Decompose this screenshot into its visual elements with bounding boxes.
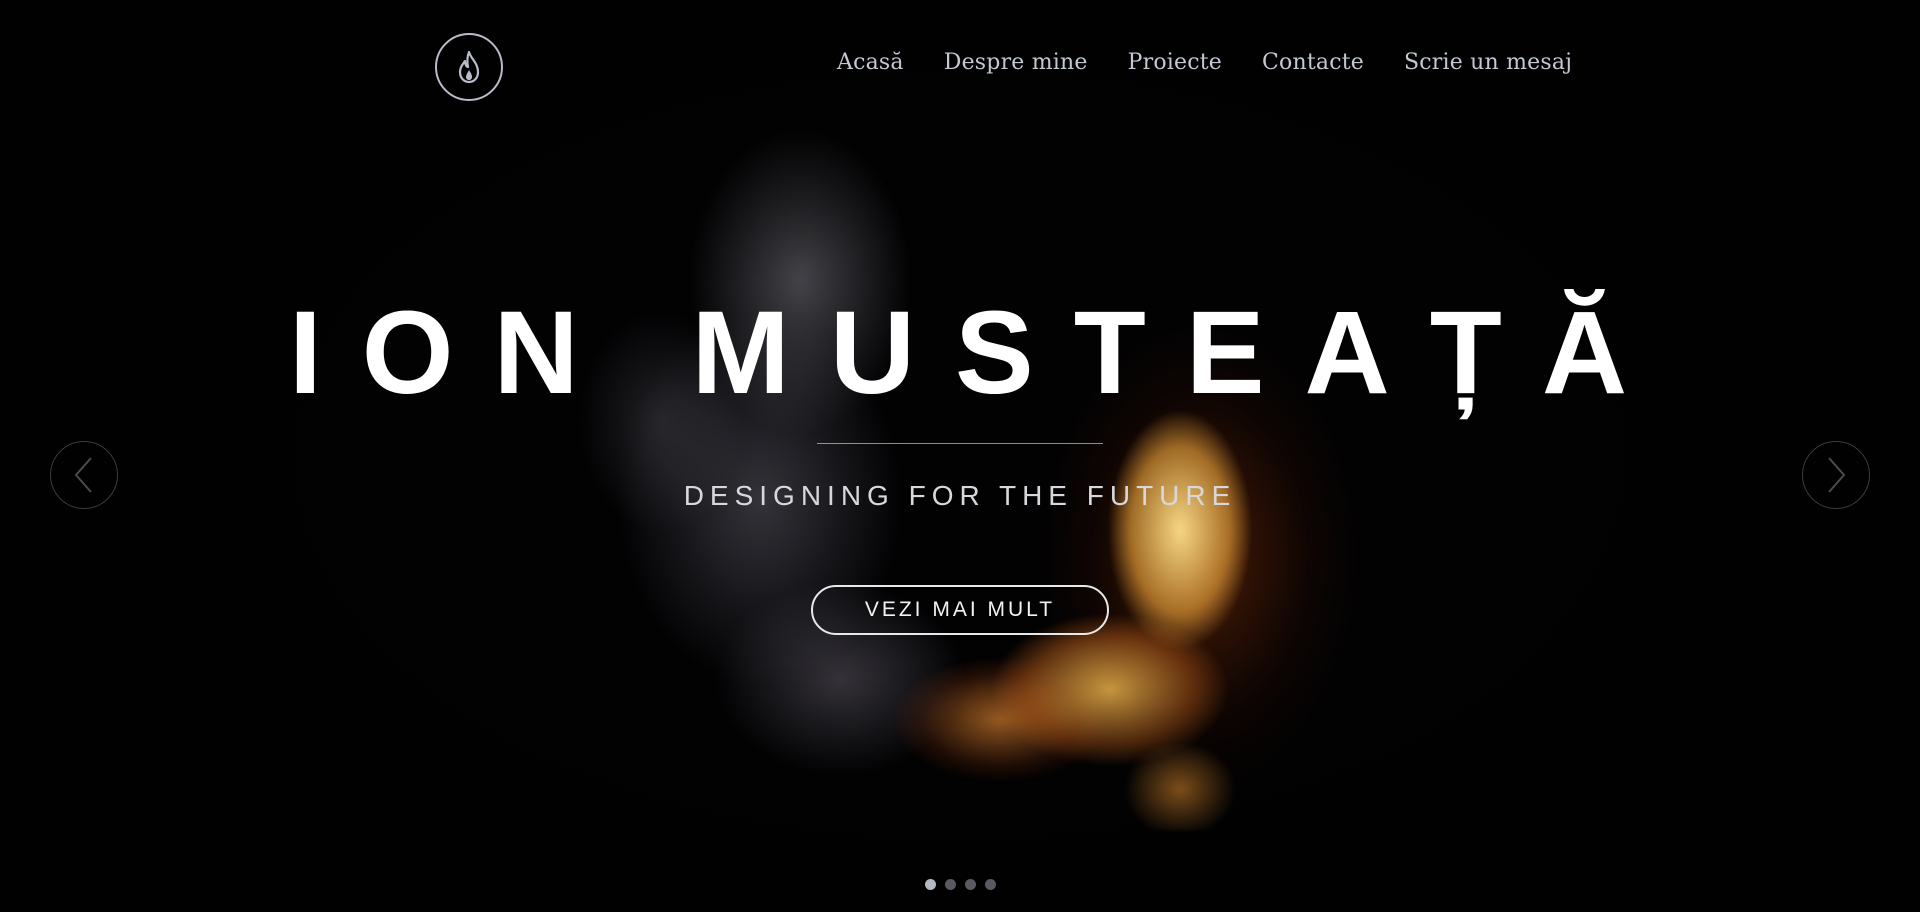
- nav-item-contacte[interactable]: Contacte: [1262, 50, 1364, 75]
- slider-pagination: [925, 879, 996, 890]
- hero-subtitle: DESIGNING FOR THE FUTURE: [683, 480, 1237, 511]
- slider-dot[interactable]: [945, 879, 956, 890]
- nav-item-despre-mine[interactable]: Despre mine: [944, 50, 1088, 75]
- nav-item-acasa[interactable]: Acasă: [837, 50, 904, 75]
- nav-item-proiecte[interactable]: Proiecte: [1128, 50, 1222, 75]
- chevron-left-icon: [74, 457, 92, 493]
- prev-slide-button[interactable]: [50, 441, 118, 509]
- vignette: [0, 0, 1920, 912]
- main-nav: Acasă Despre mine Proiecte Contacte Scri…: [837, 50, 1572, 75]
- title-divider: [817, 443, 1103, 444]
- site-logo[interactable]: [435, 33, 503, 101]
- vezi-mai-mult-button[interactable]: VEZI MAI MULT: [811, 585, 1109, 635]
- hero-title: ION MUSTEAȚĂ: [288, 287, 1668, 419]
- nav-item-scrie-un-mesaj[interactable]: Scrie un mesaj: [1404, 50, 1572, 75]
- hero-background-artwork: [0, 0, 1920, 912]
- slider-dot[interactable]: [985, 879, 996, 890]
- next-slide-button[interactable]: [1802, 441, 1870, 509]
- hero-slider: Acasă Despre mine Proiecte Contacte Scri…: [0, 0, 1920, 912]
- flame-icon: [458, 50, 480, 84]
- slider-dot[interactable]: [925, 879, 936, 890]
- slider-dot[interactable]: [965, 879, 976, 890]
- chevron-right-icon: [1828, 457, 1846, 493]
